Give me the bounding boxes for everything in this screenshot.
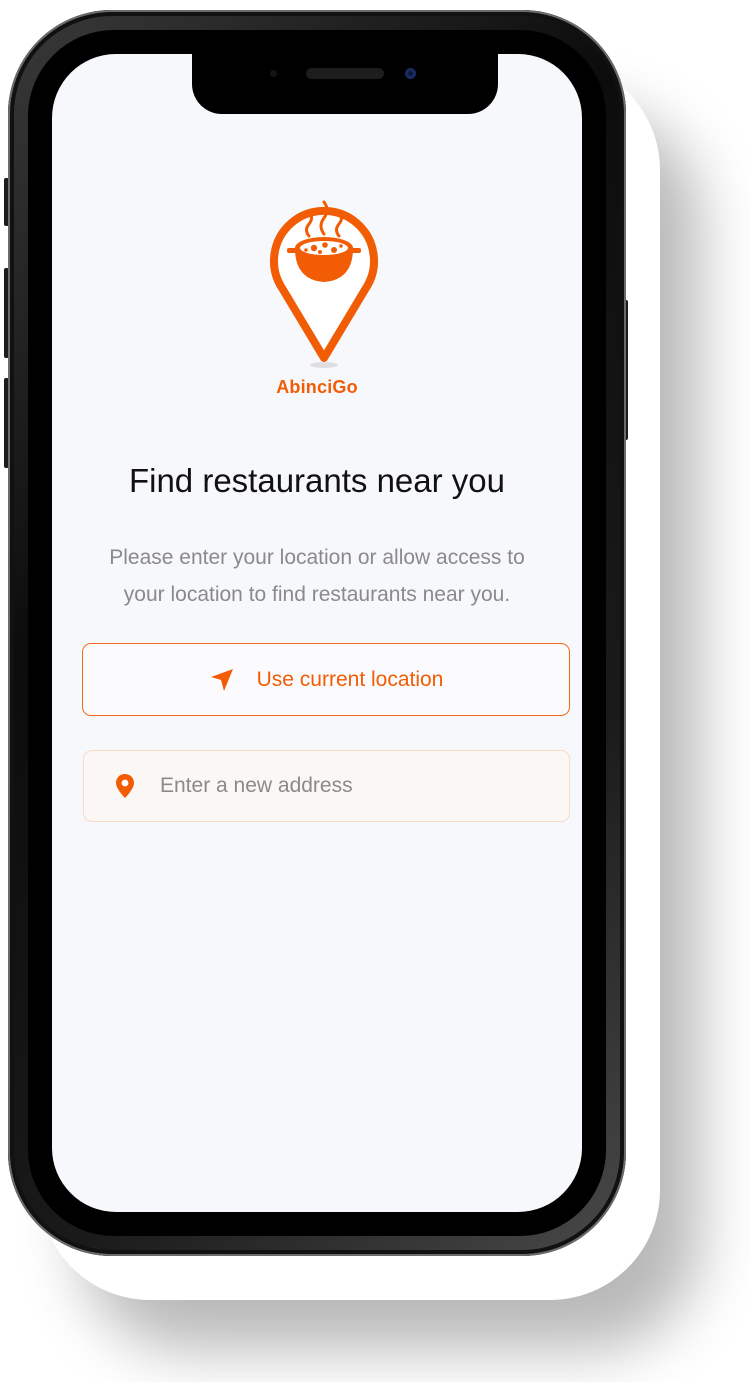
address-input[interactable] [160, 774, 520, 798]
use-current-location-label: Use current location [256, 667, 444, 691]
front-camera [405, 68, 416, 79]
proximity-sensor [270, 70, 277, 77]
phone-bezel: AbinciGo Find restaurants near you Pleas… [28, 30, 606, 1236]
use-current-location-button[interactable]: Use current location [82, 643, 570, 716]
phone-frame: AbinciGo Find restaurants near you Pleas… [8, 10, 626, 1256]
earpiece-speaker [306, 68, 384, 79]
page-title: Find restaurants near you [128, 462, 506, 499]
brand-name: AbinciGo [276, 377, 358, 397]
address-field[interactable] [83, 750, 570, 822]
page-subtitle: Please enter your location or allow acce… [109, 546, 525, 606]
location-pin-icon [114, 773, 136, 799]
pin-with-cooking-pot-logo [270, 200, 378, 368]
app-logo [262, 184, 392, 374]
navigation-arrow-icon [209, 667, 235, 693]
phone-notch [192, 54, 498, 114]
app-screen: AbinciGo Find restaurants near you Pleas… [52, 54, 582, 1212]
